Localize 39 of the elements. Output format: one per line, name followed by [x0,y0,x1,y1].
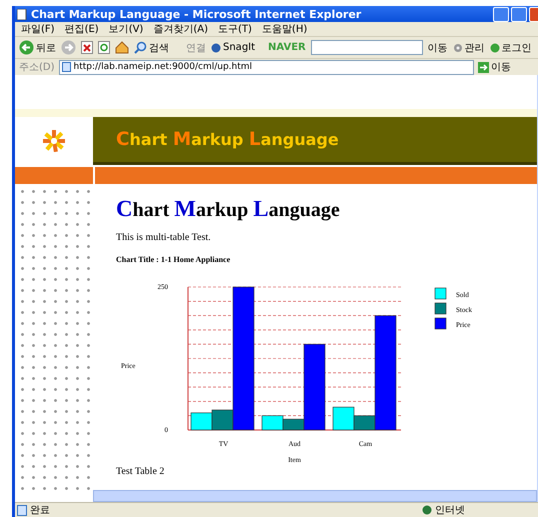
snagit-button[interactable]: SnagIt [211,42,256,53]
section-title: Test Table 2 [116,466,166,478]
page-icon [62,62,71,72]
page-heading: Chart Markup Language [116,196,341,222]
menu-item[interactable]: 보기(V) [108,22,144,36]
naver-logo: NAVER [268,42,306,53]
page-icon [17,504,27,516]
search-icon [134,41,147,54]
home-icon[interactable] [115,41,129,54]
menu-item[interactable]: 도구(T) [218,22,252,36]
go-button[interactable]: 이동 [428,40,448,54]
flower-logo-icon [43,130,65,152]
minimize-button[interactable] [493,6,509,22]
bar [262,415,284,430]
status-text: 완료 [30,504,50,517]
bar [190,412,212,430]
chart-title: Chart Title : 1-1 Home Appliance [116,255,232,264]
maximize-button[interactable] [511,6,527,22]
menu-item[interactable]: 즐겨찾기(A) [153,22,208,36]
refresh-icon[interactable] [98,41,110,54]
back-button[interactable]: 뒤로 [19,40,56,55]
intro-text: This is multi-table Test. [116,232,212,243]
menu-item[interactable]: 편집(E) [64,22,99,36]
search-field[interactable] [310,40,423,55]
address-label: 주소(D) [19,61,55,74]
page-icon [17,8,27,20]
stop-icon[interactable] [81,41,93,54]
address-field[interactable]: http://lab.nameip.net:9000/cml/up.html [58,60,474,74]
go-button[interactable]: 이동 [478,60,511,74]
manage-button[interactable]: 관리 [452,40,485,54]
zone-text: 인터넷 [435,504,465,517]
site-title: Chart Markup Language [116,129,339,150]
menu-item[interactable]: 파일(F) [21,22,55,36]
horizontal-scrollbar[interactable] [93,490,537,502]
window-title: Chart Markup Language - Microsoft Internet Explorer [31,8,362,20]
arrow-icon [478,62,489,72]
search-button[interactable]: 검색 [134,40,169,54]
menu-item[interactable]: 도움말(H) [262,22,308,36]
login-button[interactable]: 로그인 [490,40,532,54]
